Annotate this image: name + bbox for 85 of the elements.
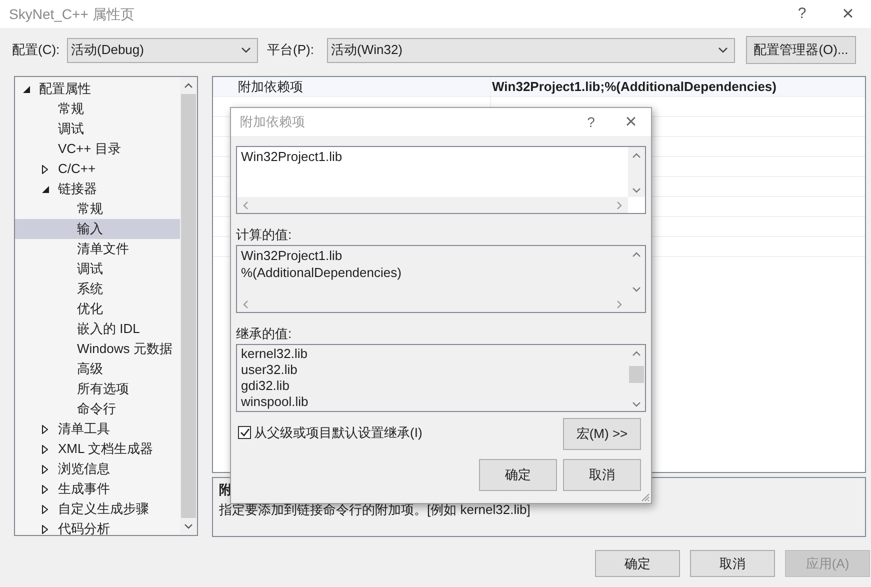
config-manager-button[interactable]: 配置管理器(O)... — [746, 36, 856, 64]
property-name: 附加依赖项 — [238, 79, 303, 94]
scrollbar[interactable] — [180, 77, 197, 535]
description-title: 附 — [219, 481, 232, 499]
tree-item[interactable]: 常规 — [15, 199, 180, 219]
tree-item[interactable]: 链接器 — [15, 179, 180, 199]
computed-label: 计算的值: — [236, 226, 293, 244]
tree-item[interactable]: 嵌入的 IDL — [15, 319, 180, 339]
scroll-down-icon — [184, 524, 193, 529]
tree-item[interactable]: Windows 元数据 — [15, 339, 180, 359]
help-button[interactable]: ? — [571, 112, 611, 132]
tree-item[interactable]: 调试 — [15, 259, 180, 279]
dialog-title: 附加依赖项 — [240, 113, 305, 132]
checkbox-label: 从父级或项目默认设置继承(I) — [254, 424, 422, 442]
scroll-up-icon — [184, 83, 193, 88]
tree-item[interactable]: 代码分析 — [15, 519, 180, 539]
scroll-up-icon — [632, 153, 641, 158]
tree-item[interactable]: 命令行 — [15, 399, 180, 419]
scrollbar-thumb[interactable] — [629, 366, 644, 383]
horizontal-scrollbar[interactable] — [237, 197, 628, 213]
collapsed-triangle-icon — [42, 444, 48, 454]
close-button[interactable]: × — [611, 107, 651, 137]
chevron-down-icon — [241, 47, 251, 53]
tree-item[interactable]: 高级 — [15, 359, 180, 379]
ok-button[interactable]: 确定 — [479, 459, 557, 491]
text-line: %(AdditionalDependencies) — [241, 264, 402, 281]
tree-item[interactable]: 输入 — [15, 219, 180, 239]
config-dropdown[interactable]: 活动(Debug) — [67, 38, 258, 62]
scroll-right-icon — [617, 200, 622, 210]
text-line: winspool.lib — [241, 394, 310, 410]
platform-dropdown[interactable]: 活动(Win32) — [327, 38, 735, 62]
scroll-down-icon — [632, 402, 641, 407]
collapsed-triangle-icon — [42, 164, 48, 174]
collapsed-triangle-icon — [42, 464, 48, 474]
help-button[interactable]: ? — [779, 2, 825, 26]
property-value[interactable]: Win32Project1.lib;%(AdditionalDependencies) — [492, 79, 776, 94]
text-line: gdi32.lib — [241, 378, 290, 394]
tree-item[interactable]: 调试 — [15, 119, 180, 139]
tree-item[interactable]: C/C++ — [15, 159, 180, 179]
collapsed-triangle-icon — [42, 504, 48, 514]
expanded-triangle-icon — [23, 86, 30, 92]
scroll-up-icon — [632, 252, 641, 257]
vertical-scrollbar[interactable] — [628, 147, 645, 197]
tree-item[interactable]: 配置属性 — [15, 79, 180, 99]
scrollbar-thumb[interactable] — [181, 94, 196, 518]
chevron-down-icon — [718, 47, 728, 53]
inherited-label: 继承的值: — [236, 325, 293, 343]
text-line: Win32Project1.lib — [241, 148, 344, 165]
collapsed-triangle-icon — [42, 524, 48, 534]
collapsed-triangle-icon — [42, 484, 48, 494]
tree-item[interactable]: 生成事件 — [15, 479, 180, 499]
check-icon — [240, 428, 250, 438]
tree-item[interactable]: 清单文件 — [15, 239, 180, 259]
text-line: Win32Project1.lib — [241, 247, 344, 264]
macros-button[interactable]: 宏(M) >> — [563, 418, 641, 450]
window-title: SkyNet_C++ 属性页 — [9, 4, 134, 24]
scroll-left-icon — [243, 300, 248, 308]
platform-label: 平台(P): — [267, 41, 315, 60]
edit-text-area[interactable]: Win32Project1.lib — [236, 146, 646, 214]
scroll-up-icon — [632, 351, 641, 356]
dialog-button[interactable]: 取消 — [690, 550, 775, 577]
tree-item[interactable]: 自定义生成步骤 — [15, 499, 180, 519]
checkbox[interactable] — [238, 426, 251, 440]
scroll-left-icon — [243, 200, 248, 210]
tree-item[interactable]: 所有选项 — [15, 379, 180, 399]
tree-item[interactable]: 常规 — [15, 99, 180, 119]
collapsed-triangle-icon — [42, 424, 48, 434]
tree-item[interactable]: 浏览信息 — [15, 459, 180, 479]
tree-item[interactable]: XML 文档生成器 — [15, 439, 180, 459]
tree-item[interactable]: VC++ 目录 — [15, 139, 180, 159]
tree-item[interactable]: 系统 — [15, 279, 180, 299]
scroll-down-icon — [632, 188, 641, 193]
text-line: user32.lib — [241, 362, 298, 378]
dialog-button: 应用(A) — [785, 550, 870, 577]
config-label: 配置(C): — [12, 41, 61, 60]
description-text: 指定要添加到链接命令行的附加项。[例如 kernel32.lib] — [219, 500, 532, 519]
dialog-button[interactable]: 确定 — [595, 550, 680, 577]
tree-item[interactable]: 清单工具 — [15, 419, 180, 439]
cancel-button[interactable]: 取消 — [563, 459, 641, 491]
scroll-right-icon — [617, 300, 622, 308]
scroll-down-icon — [632, 287, 641, 292]
close-button[interactable]: × — [825, 0, 871, 29]
text-line: kernel32.lib — [241, 346, 308, 362]
tree-item[interactable]: 优化 — [15, 299, 180, 319]
expanded-triangle-icon — [42, 186, 49, 192]
